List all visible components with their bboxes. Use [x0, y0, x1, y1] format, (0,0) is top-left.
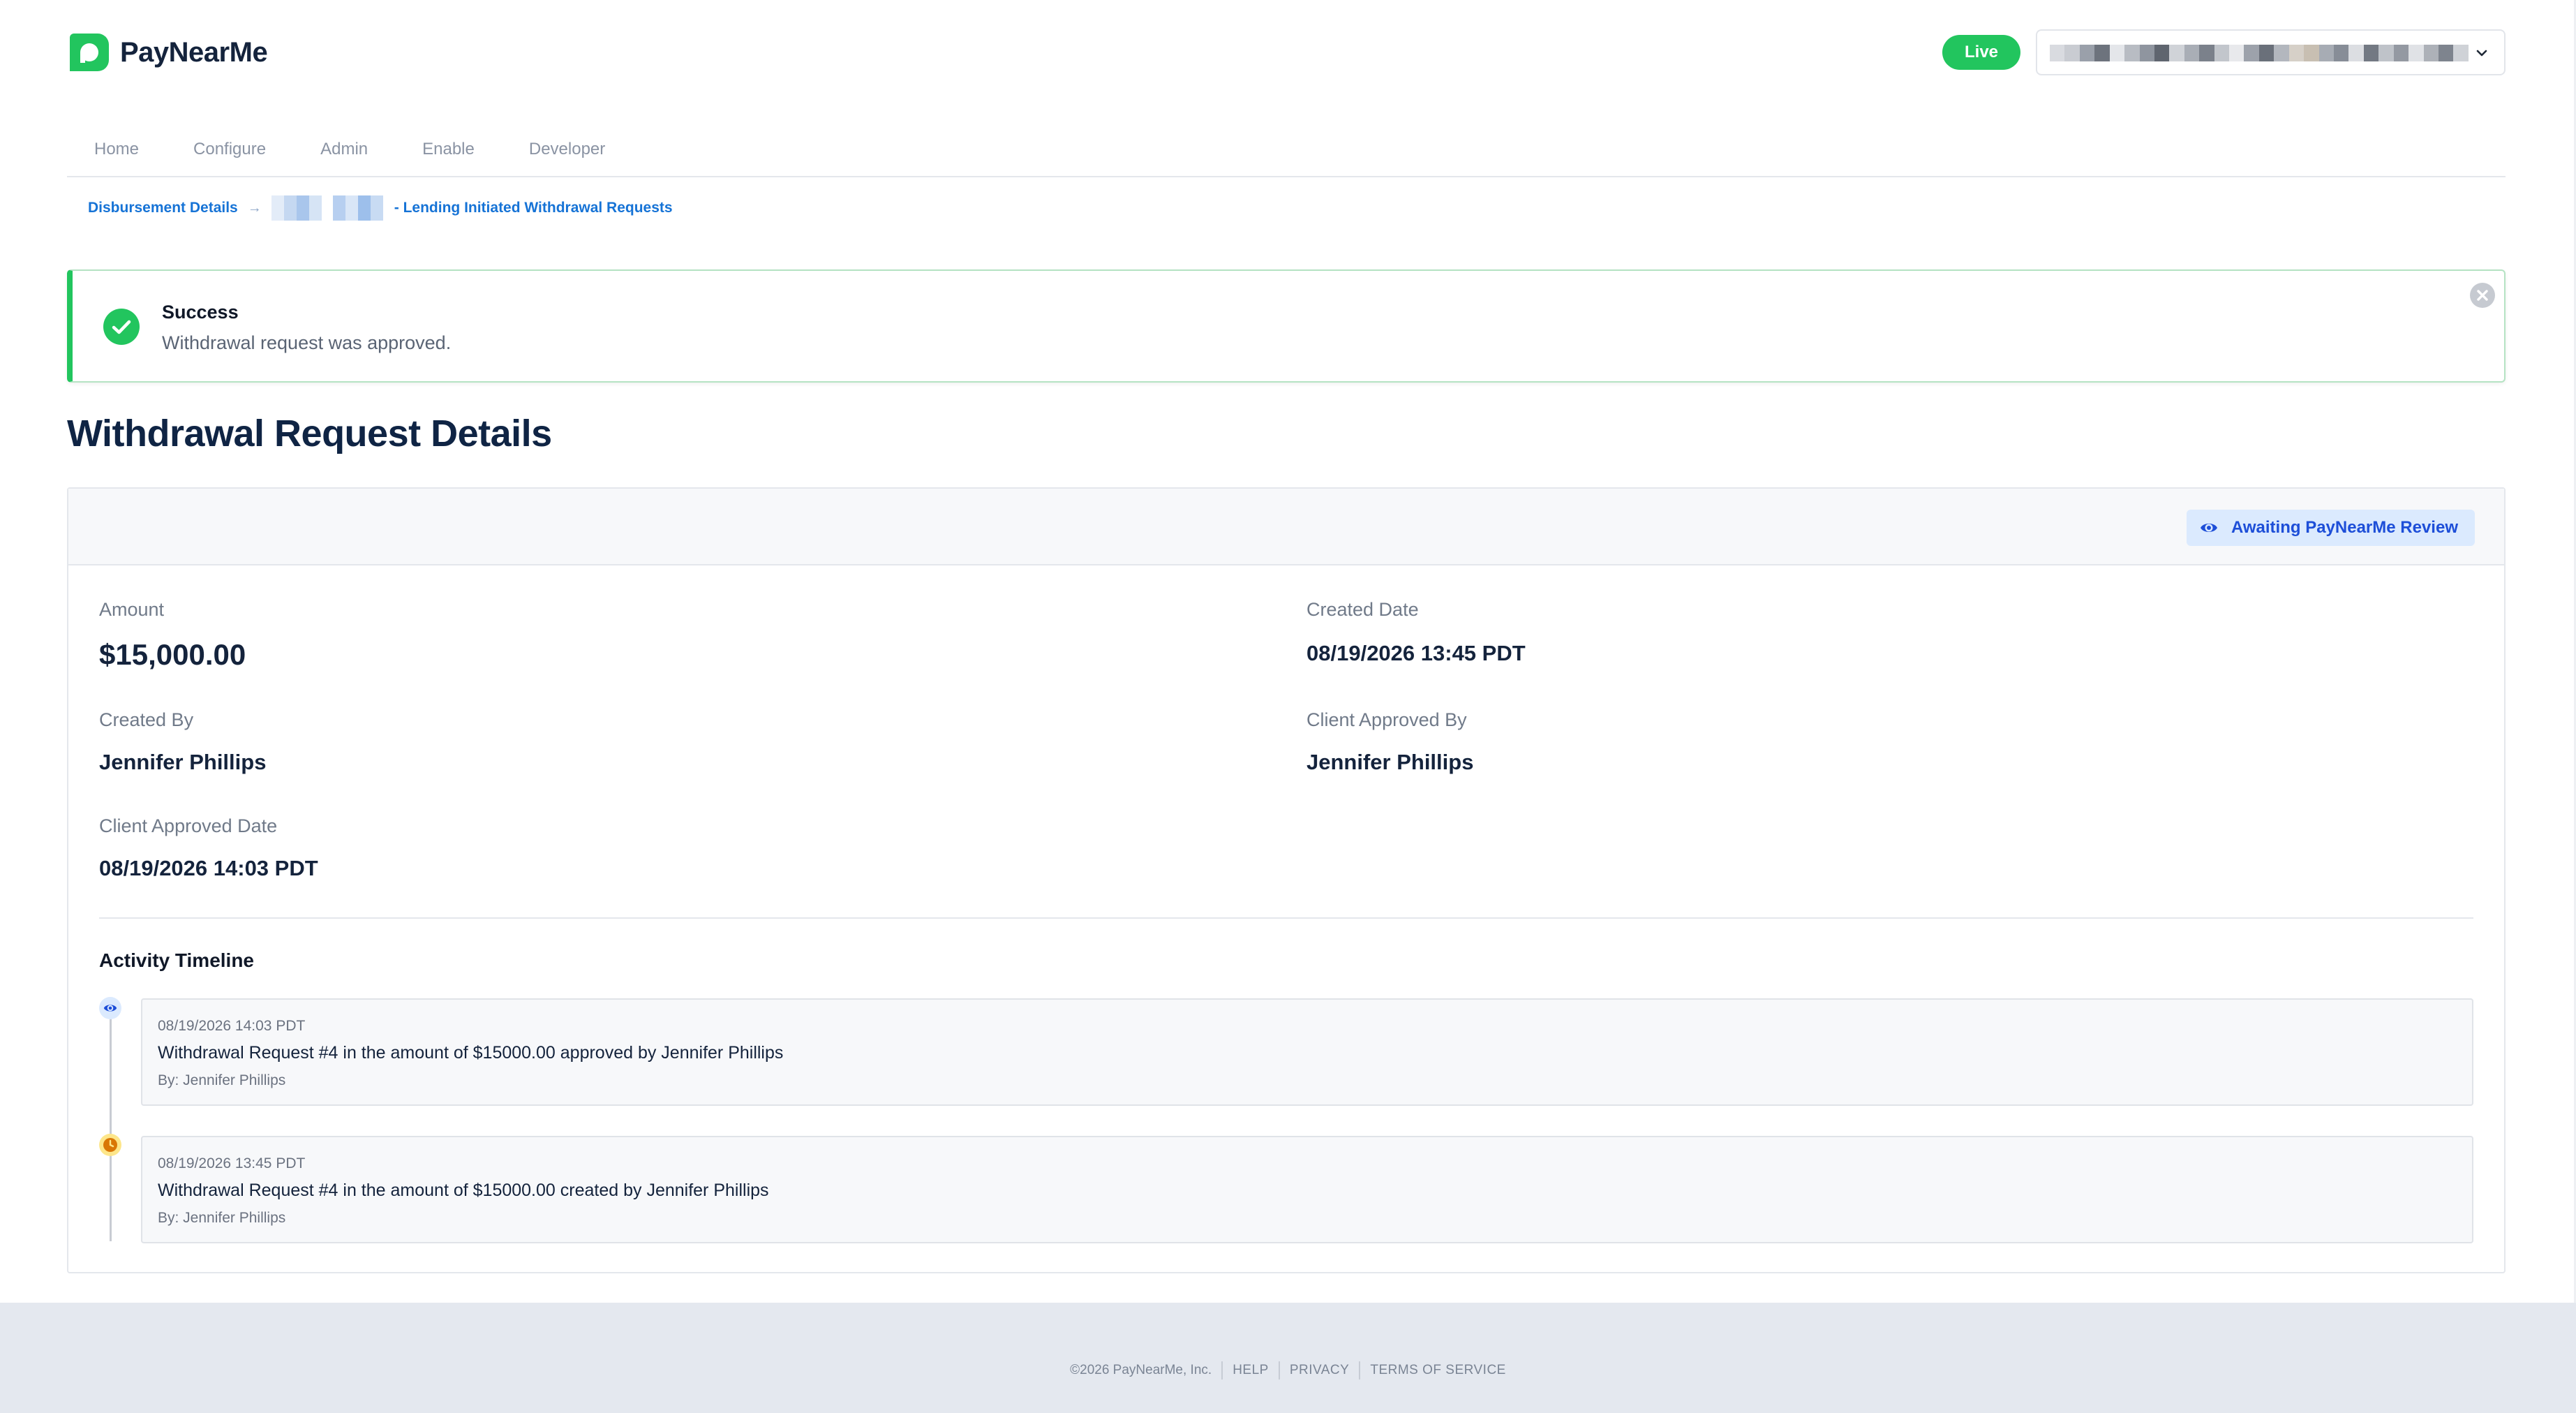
card-header: Awaiting PayNearMe Review — [68, 489, 2504, 565]
footer-copyright: ©2026 PayNearMe, Inc. — [1070, 1363, 1212, 1377]
created-by-label: Created By — [99, 709, 194, 730]
page-footer: ©2026 PayNearMe, Inc. HELP PRIVACY TERMS… — [0, 1303, 2576, 1413]
breadcrumb-lending-initiated-withdrawal-requests[interactable]: - Lending Initiated Withdrawal Requests — [394, 200, 673, 216]
created-date-label: Created Date — [1306, 599, 1419, 620]
amount-label: Amount — [99, 599, 165, 620]
eye-icon — [2200, 524, 2217, 532]
footer-links: ©2026 PayNearMe, Inc. HELP PRIVACY TERMS… — [0, 1361, 2576, 1379]
nav-item-admin[interactable]: Admin — [293, 130, 395, 158]
client-approved-date-label: Client Approved Date — [99, 815, 278, 836]
close-icon[interactable] — [2469, 282, 2496, 309]
client-approved-by-label: Client Approved By — [1306, 709, 1467, 730]
timeline-entry-author: By: Jennifer Phillips — [158, 1072, 286, 1088]
footer-link-help[interactable]: HELP — [1233, 1363, 1269, 1378]
redacted-breadcrumb-segment[interactable] — [271, 195, 322, 221]
page-title: Withdrawal Request Details — [67, 413, 552, 454]
breadcrumb: Disbursement Details → - Lending Initiat… — [88, 194, 673, 222]
section-divider — [99, 917, 2473, 919]
main-nav: Home Configure Admin Enable Developer — [67, 130, 2506, 177]
timeline-entry-text: Withdrawal Request #4 in the amount of $… — [158, 1181, 769, 1200]
footer-divider — [1221, 1361, 1223, 1379]
timeline-entry: 08/19/2026 13:45 PDT Withdrawal Request … — [141, 1136, 2473, 1243]
status-label: Awaiting PayNearMe Review — [2231, 518, 2458, 537]
clock-icon — [103, 1138, 117, 1152]
timeline-entry-time: 08/19/2026 13:45 PDT — [158, 1155, 306, 1171]
nav-item-developer[interactable]: Developer — [502, 130, 632, 158]
amount-value: $15,000.00 — [99, 638, 246, 671]
redacted-account-name — [2050, 45, 2469, 61]
created-date-value: 08/19/2026 13:45 PDT — [1306, 641, 1526, 665]
nav-item-configure[interactable]: Configure — [166, 130, 293, 158]
activity-timeline-title: Activity Timeline — [99, 949, 255, 971]
check-circle-icon — [103, 309, 140, 345]
created-by-value: Jennifer Phillips — [99, 750, 267, 774]
footer-link-privacy[interactable]: PRIVACY — [1290, 1363, 1350, 1378]
nav-item-enable[interactable]: Enable — [395, 130, 502, 158]
timeline-entry-author: By: Jennifer Phillips — [158, 1210, 286, 1226]
timeline-entry-time: 08/19/2026 14:03 PDT — [158, 1018, 306, 1034]
client-approved-date-value: 08/19/2026 14:03 PDT — [99, 856, 318, 880]
status-badge: Awaiting PayNearMe Review — [2186, 510, 2475, 546]
timeline-marker-created — [99, 1134, 121, 1156]
timeline-marker-approved — [99, 997, 121, 1019]
environment-badge[interactable]: Live — [1942, 35, 2020, 70]
brand-name: PayNearMe — [120, 36, 268, 68]
redacted-breadcrumb-segment[interactable] — [332, 195, 383, 221]
timeline-entry: 08/19/2026 14:03 PDT Withdrawal Request … — [141, 998, 2473, 1106]
success-alert: Success Withdrawal request was approved. — [67, 269, 2506, 383]
alert-title: Success — [162, 302, 239, 323]
account-selector[interactable] — [2036, 29, 2506, 75]
footer-divider — [1359, 1361, 1361, 1379]
paynearme-logo-icon — [70, 34, 109, 71]
chevron-down-icon — [2476, 50, 2487, 57]
timeline-line — [110, 1004, 112, 1241]
client-approved-by-value: Jennifer Phillips — [1306, 750, 1474, 774]
withdrawal-details-card: Awaiting PayNearMe Review Amount $15,000… — [67, 487, 2506, 1273]
footer-divider — [1278, 1361, 1280, 1379]
footer-link-terms[interactable]: TERMS OF SERVICE — [1370, 1363, 1506, 1378]
nav-item-home[interactable]: Home — [67, 130, 166, 158]
alert-message: Withdrawal request was approved. — [162, 332, 452, 353]
paynearme-logo[interactable]: PayNearMe — [67, 31, 268, 74]
breadcrumb-disbursement-details[interactable]: Disbursement Details — [88, 200, 238, 216]
breadcrumb-separator: → — [247, 200, 262, 216]
app-header: PayNearMe Live — [67, 28, 2506, 77]
timeline-entry-text: Withdrawal Request #4 in the amount of $… — [158, 1043, 784, 1063]
eye-icon — [103, 1005, 117, 1012]
